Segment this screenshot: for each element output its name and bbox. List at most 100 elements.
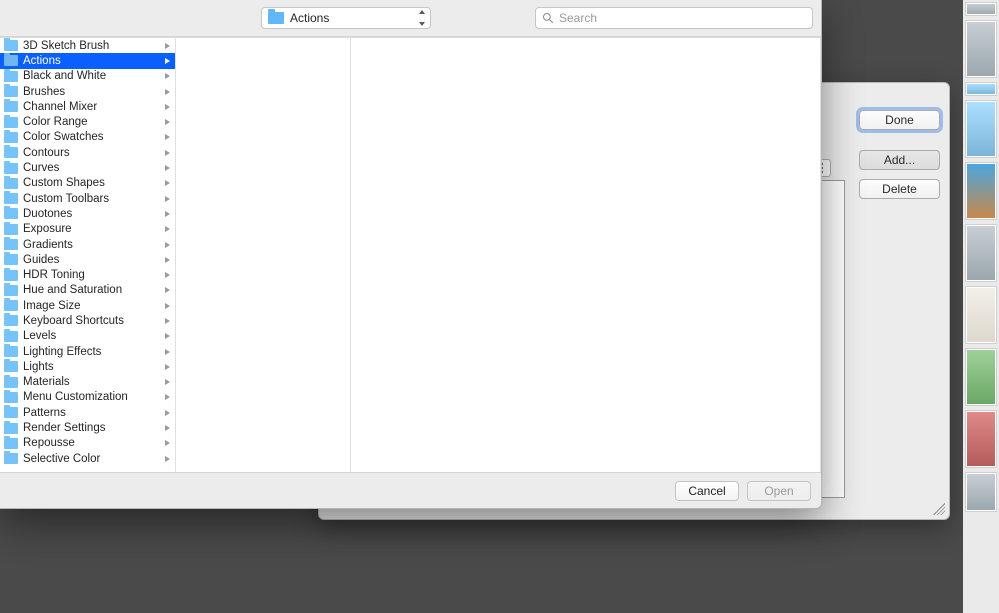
finder-item-label: Color Range [23, 116, 88, 128]
thumbnail[interactable] [965, 162, 997, 220]
folder-icon [4, 315, 18, 326]
chevron-right-icon [165, 257, 170, 263]
delete-button[interactable]: Delete [859, 179, 940, 199]
path-dropdown[interactable]: Actions [261, 7, 431, 29]
cancel-button[interactable]: Cancel [675, 481, 739, 501]
resize-grip-icon[interactable] [933, 503, 945, 515]
finder-item-label: Repousse [23, 437, 75, 449]
finder-item[interactable]: Render Settings [0, 420, 175, 435]
chevron-right-icon [165, 242, 170, 248]
finder-item-label: Contours [23, 147, 70, 159]
chevron-right-icon [165, 287, 170, 293]
chevron-right-icon [165, 211, 170, 217]
finder-item[interactable]: Lighting Effects [0, 344, 175, 359]
finder-item[interactable]: Patterns [0, 405, 175, 420]
finder-column-1[interactable]: 3D Sketch Brush Actions Black and WhiteBru… [0, 38, 176, 472]
finder-item-label: Render Settings [23, 422, 105, 434]
finder-column-2[interactable] [176, 38, 351, 472]
thumbnail[interactable] [965, 410, 997, 468]
finder-item[interactable]: Materials [0, 375, 175, 390]
thumbnail[interactable] [965, 224, 997, 282]
folder-icon [4, 407, 18, 418]
folder-icon [4, 377, 18, 388]
finder-item[interactable]: Guides [0, 252, 175, 267]
finder-item[interactable]: Gradients [0, 237, 175, 252]
folder-icon [4, 331, 18, 342]
finder-item[interactable]: 3D Sketch Brush [0, 38, 175, 53]
chevron-right-icon [165, 165, 170, 171]
chevron-right-icon [165, 196, 170, 202]
finder-item[interactable]: Curves [0, 160, 175, 175]
presets-list[interactable] [819, 180, 845, 498]
folder-icon [4, 40, 18, 51]
folder-icon [4, 254, 18, 265]
finder-item-label: Actions [23, 55, 61, 67]
folder-icon [4, 55, 18, 66]
finder-item-label: Curves [23, 162, 59, 174]
finder-item[interactable]: Color Swatches [0, 130, 175, 145]
finder-item-label: Patterns [23, 407, 66, 419]
finder-item[interactable]: Exposure [0, 222, 175, 237]
thumbnail[interactable] [965, 2, 997, 16]
finder-item[interactable]: Channel Mixer [0, 99, 175, 114]
chevron-right-icon [165, 73, 170, 79]
chevron-right-icon [165, 394, 170, 400]
chevron-right-icon [165, 119, 170, 125]
folder-icon [4, 132, 18, 143]
finder-item[interactable]: Contours [0, 145, 175, 160]
finder-item-label: HDR Toning [23, 269, 85, 281]
finder-item[interactable]: HDR Toning [0, 267, 175, 282]
thumbnail[interactable] [965, 20, 997, 78]
finder-item[interactable]: Duotones [0, 206, 175, 221]
finder-item[interactable]: Color Range [0, 114, 175, 129]
folder-icon [4, 453, 18, 464]
thumbnail-strip[interactable] [963, 0, 999, 613]
finder-column-3[interactable] [351, 38, 821, 472]
finder-item[interactable]: Lights [0, 359, 175, 374]
finder-item-label: Materials [23, 376, 70, 388]
thumbnail[interactable] [965, 82, 997, 96]
chevron-right-icon [165, 303, 170, 309]
finder-item[interactable]: Hue and Saturation [0, 283, 175, 298]
finder-item[interactable]: Brushes [0, 84, 175, 99]
done-button[interactable]: Done [859, 110, 940, 130]
finder-item[interactable]: Custom Shapes [0, 176, 175, 191]
chevron-right-icon [165, 456, 170, 462]
finder-item-label: Gradients [23, 239, 73, 251]
thumbnail[interactable] [965, 286, 997, 344]
open-button[interactable]: Open [747, 481, 811, 501]
folder-icon [4, 208, 18, 219]
finder-item[interactable]: Levels [0, 329, 175, 344]
finder-item-label: Guides [23, 254, 59, 266]
finder-item-label: Custom Shapes [23, 177, 105, 189]
search-icon [542, 12, 554, 24]
thumbnail[interactable] [965, 348, 997, 406]
finder-item[interactable]: Image Size [0, 298, 175, 313]
folder-icon [4, 117, 18, 128]
thumbnail[interactable] [965, 100, 997, 158]
finder-item-label: Custom Toolbars [23, 193, 109, 205]
thumbnail[interactable] [965, 472, 997, 512]
chevron-right-icon [165, 104, 170, 110]
finder-item-label: Hue and Saturation [23, 284, 122, 296]
folder-icon [4, 224, 18, 235]
finder-item[interactable]: Black and White [0, 69, 175, 84]
finder-item[interactable]: Selective Color [0, 451, 175, 466]
search-input[interactable] [559, 8, 806, 28]
chevron-right-icon [165, 318, 170, 324]
folder-icon [4, 101, 18, 112]
finder-item-label: Selective Color [23, 453, 100, 465]
finder-columns: 3D Sketch Brush Actions Black and WhiteBru… [0, 37, 821, 472]
folder-icon [4, 71, 18, 82]
add-button[interactable]: Add... [859, 150, 940, 170]
finder-item[interactable]: Actions [0, 53, 175, 68]
finder-item[interactable]: Menu Customization [0, 390, 175, 405]
finder-item[interactable]: Custom Toolbars [0, 191, 175, 206]
finder-item[interactable]: Keyboard Shortcuts [0, 313, 175, 328]
chevron-right-icon [165, 379, 170, 385]
search-field-wrapper[interactable] [535, 7, 813, 29]
dropdown-stepper-icon [417, 10, 427, 26]
finder-item[interactable]: Repousse [0, 436, 175, 451]
open-dialog-toolbar: Actions [0, 0, 821, 37]
folder-icon [4, 438, 18, 449]
